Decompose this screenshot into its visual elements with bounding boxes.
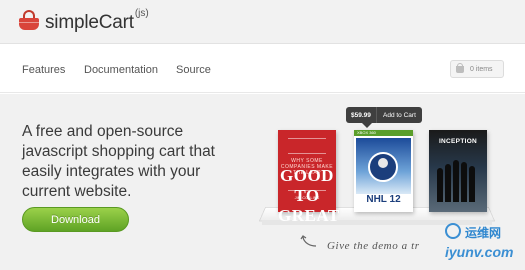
add-to-cart-tooltip: $59.99 Add to Cart — [346, 107, 422, 128]
demo-prompt: Give the demo a tr — [327, 240, 420, 252]
product-game[interactable]: XBOX 360 NHL 12 — [354, 130, 413, 212]
globe-icon — [445, 223, 461, 239]
site-header: simpleCart (js) — [0, 0, 525, 44]
product-book[interactable]: WHY SOME COMPANIES MAKE THE LEAP GOOD TO… — [278, 130, 339, 225]
nav-link-features[interactable]: Features — [22, 64, 65, 76]
curved-arrow-icon — [300, 235, 317, 247]
book-author: JIM COLLINS — [294, 195, 320, 200]
watermark-cn-text: 运维网 — [465, 226, 502, 240]
hockey-player-image — [368, 152, 398, 182]
nav-link-documentation[interactable]: Documentation — [84, 64, 158, 76]
watermark-logo: 运维网 iyunv.com — [443, 221, 525, 270]
cart-summary-button[interactable]: 0 items — [450, 60, 504, 78]
movie-title: INCEPTION — [438, 138, 478, 145]
product-movie[interactable]: INCEPTION — [429, 130, 487, 212]
add-to-cart-button[interactable]: Add to Cart — [377, 112, 416, 119]
main-nav: Features Documentation Source — [0, 45, 525, 93]
movie-cover-art — [435, 152, 481, 202]
game-platform-label: XBOX 360 — [357, 130, 376, 135]
logo-suffix: (js) — [134, 8, 149, 19]
basket-logo-icon — [18, 10, 40, 32]
cart-icon — [456, 62, 464, 73]
cart-item-count: 0 items — [470, 65, 493, 73]
tooltip-price: $59.99 — [351, 111, 371, 119]
game-title: NHL 12 — [366, 194, 401, 205]
logo[interactable]: simpleCart (js) — [18, 8, 149, 34]
watermark-url: iyunv.com — [445, 244, 514, 260]
download-button[interactable]: Download — [22, 207, 129, 232]
logo-text: simpleCart — [45, 12, 134, 33]
hero-headline: A free and open-source javascript shoppi… — [22, 123, 215, 200]
game-cover-art — [356, 138, 411, 194]
nav-link-source[interactable]: Source — [176, 64, 211, 76]
